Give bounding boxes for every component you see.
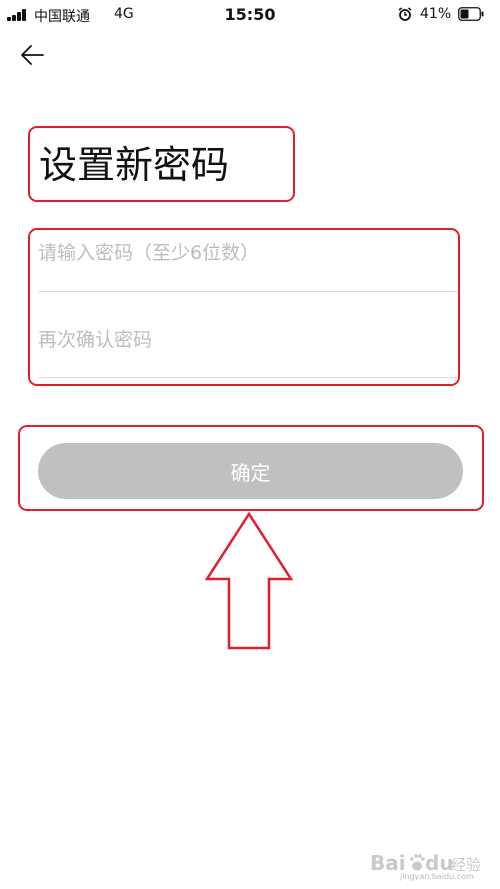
battery-icon xyxy=(458,7,484,21)
status-bar: 中国联通 4G 15:50 41% xyxy=(0,0,500,30)
battery-percent: 41% xyxy=(420,6,452,22)
back-button[interactable] xyxy=(18,40,48,70)
inputs-highlight-box xyxy=(28,228,460,386)
alarm-icon xyxy=(398,7,412,21)
annotation-up-arrow-icon xyxy=(205,512,293,650)
back-arrow-icon xyxy=(21,45,44,65)
watermark-site: jingyan.baidu.com xyxy=(400,872,474,881)
title-highlight-box xyxy=(28,126,295,202)
button-highlight-box xyxy=(18,425,484,511)
